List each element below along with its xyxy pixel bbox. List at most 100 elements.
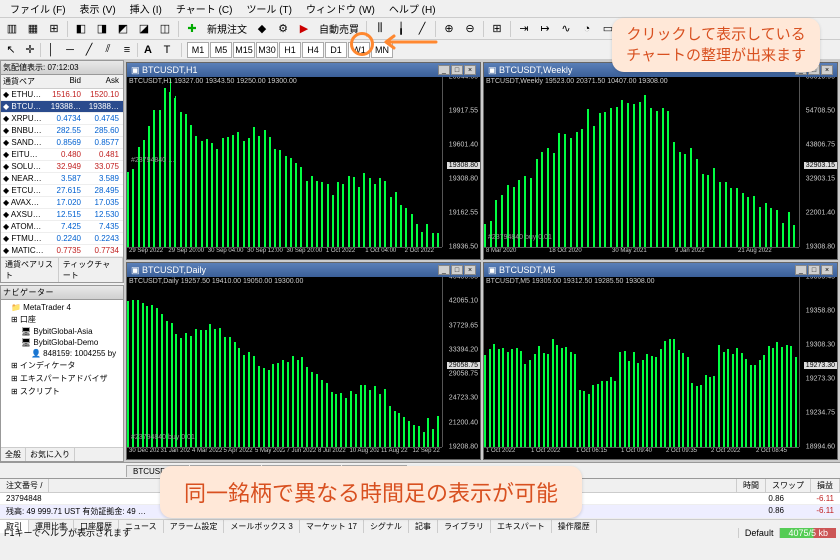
mw-row[interactable]: ◆ NEAR…3.5873.589 <box>1 173 123 185</box>
maximize-icon[interactable]: □ <box>808 265 820 275</box>
autotrade-label[interactable]: 自動売買 <box>315 21 363 36</box>
datawindow-icon[interactable]: ◨ <box>92 20 112 38</box>
mw-col-bid: Bid <box>45 75 83 88</box>
nav-item[interactable]: 🖥 BybitGlobal-Demo <box>3 337 121 348</box>
chart-window[interactable]: ▣ BTCUSDT,Weekly _ □ × BTCUSDT,Weekly 19… <box>483 62 838 260</box>
tf-m15[interactable]: M15 <box>233 42 255 58</box>
text-icon[interactable]: A <box>139 42 157 58</box>
term-tab[interactable]: マーケット 17 <box>300 520 364 533</box>
zoom-out-icon[interactable]: ⊖ <box>460 20 480 38</box>
term-tab[interactable]: エキスパート <box>491 520 552 533</box>
menu-file[interactable]: ファイル (F) <box>4 0 72 18</box>
strategy-icon[interactable]: ◫ <box>155 20 175 38</box>
tf-m30[interactable]: M30 <box>256 42 278 58</box>
nav-tab-fav[interactable]: お気に入り <box>26 448 75 461</box>
crosshair-icon[interactable]: ✛ <box>21 42 39 58</box>
tf-w1[interactable]: W1 <box>348 42 370 58</box>
mw-row[interactable]: ◆ MATIC…0.77350.7734 <box>1 245 123 257</box>
chart-window[interactable]: ▣ BTCUSDT,Daily _ □ × BTCUSDT,Daily 1925… <box>126 262 481 460</box>
term-tab[interactable]: アラーム設定 <box>164 520 225 533</box>
mw-row[interactable]: ◆ EITU…0.4800.481 <box>1 149 123 161</box>
menu-insert[interactable]: 挿入 (I) <box>124 0 168 18</box>
terminal-icon[interactable]: ◪ <box>134 20 154 38</box>
annotation-callout-2: 同一銘柄で異なる時間足の表示が可能 <box>160 466 582 518</box>
nav-item[interactable]: ⊞ スクリプト <box>3 385 121 398</box>
mw-row[interactable]: ◆ SAND…0.85690.8577 <box>1 137 123 149</box>
status-help: F1キーでヘルプが表示されます <box>4 526 131 539</box>
close-icon[interactable]: × <box>821 265 833 275</box>
navigator-icon[interactable]: ◩ <box>113 20 133 38</box>
scroll-icon[interactable]: ⇥ <box>514 20 534 38</box>
tf-m5[interactable]: M5 <box>210 42 232 58</box>
mw-tab-symbols[interactable]: 通貨ペアリスト <box>1 258 59 282</box>
new-order-icon[interactable]: ✚ <box>182 20 202 38</box>
new-chart-icon[interactable]: ▥ <box>2 20 22 38</box>
mw-row[interactable]: ◆ ETHU…1516.101520.10 <box>1 89 123 101</box>
menu-help[interactable]: ヘルプ (H) <box>383 0 442 18</box>
chart-title-label: ▣ BTCUSDT,Daily <box>131 265 206 276</box>
label-icon[interactable]: T <box>158 42 176 58</box>
tile-icon[interactable]: ⊞ <box>487 20 507 38</box>
nav-item[interactable]: ⊞ インディケータ <box>3 359 121 372</box>
profiles-icon[interactable]: ▦ <box>23 20 43 38</box>
meta-editor-icon[interactable]: ◆ <box>252 20 272 38</box>
term-tab[interactable]: メールボックス 3 <box>224 520 299 533</box>
mw-row[interactable]: ◆ SOLU…32.94933.075 <box>1 161 123 173</box>
nav-item[interactable]: ⊞ エキスパートアドバイザ <box>3 372 121 385</box>
mw-row[interactable]: ◆ FTMU…0.22400.2243 <box>1 233 123 245</box>
close-icon[interactable]: × <box>821 65 833 75</box>
mw-tab-tick[interactable]: ティックチャート <box>59 258 123 282</box>
fib-icon[interactable]: ≡ <box>118 42 136 58</box>
nav-item[interactable]: 🖥 BybitGlobal-Asia <box>3 326 121 337</box>
chart-window[interactable]: ▣ BTCUSDT,M5 _ □ × BTCUSDT,M5 19305.00 1… <box>483 262 838 460</box>
trendline-icon[interactable]: ╱ <box>80 42 98 58</box>
mw-row[interactable]: ◆ AVAX…17.02017.035 <box>1 197 123 209</box>
term-tab[interactable]: 記事 <box>409 520 438 533</box>
new-order-label[interactable]: 新規注文 <box>203 21 251 36</box>
mw-row[interactable]: ◆ BNBU…282.55285.60 <box>1 125 123 137</box>
periods-icon[interactable]: ◔ <box>577 20 597 38</box>
tf-h1[interactable]: H1 <box>279 42 301 58</box>
autotrade-icon[interactable]: ▶ <box>294 20 314 38</box>
term-tab[interactable]: 操作履歴 <box>552 520 597 533</box>
mw-row[interactable]: ◆ AXSU…12.51512.530 <box>1 209 123 221</box>
mw-row[interactable]: ◆ XRPU…0.47340.4745 <box>1 113 123 125</box>
indicators-icon[interactable]: ∿ <box>556 20 576 38</box>
minimize-icon[interactable]: _ <box>438 265 450 275</box>
tf-m1[interactable]: M1 <box>187 42 209 58</box>
mw-row[interactable]: ◆ ATOM…7.4257.435 <box>1 221 123 233</box>
status-profile[interactable]: Default <box>738 528 780 538</box>
menu-chart[interactable]: チャート (C) <box>170 0 239 18</box>
vline-icon[interactable]: │ <box>42 42 60 58</box>
tf-d1[interactable]: D1 <box>325 42 347 58</box>
term-tab[interactable]: ライブラリ <box>438 520 491 533</box>
mw-row[interactable]: ◆ BTCU…19388…19388… <box>1 101 123 113</box>
chart-window[interactable]: ▣ BTCUSDT,H1 _ □ × BTCUSDT,H1 19327.00 1… <box>126 62 481 260</box>
open-icon[interactable]: ⊞ <box>44 20 64 38</box>
hline-icon[interactable]: ─ <box>61 42 79 58</box>
nav-item[interactable]: ⊞ 口座 <box>3 313 121 326</box>
marketwatch-icon[interactable]: ◧ <box>71 20 91 38</box>
mw-row[interactable]: ◆ ETCU…27.61528.495 <box>1 185 123 197</box>
maximize-icon[interactable]: □ <box>451 265 463 275</box>
cursor-icon[interactable]: ↖ <box>2 42 20 58</box>
menu-tools[interactable]: ツール (T) <box>240 0 298 18</box>
nav-item[interactable]: 👤 848159: 1004255 by <box>3 348 121 359</box>
tf-h4[interactable]: H4 <box>302 42 324 58</box>
options-icon[interactable]: ⚙ <box>273 20 293 38</box>
nav-item[interactable]: 📁 MetaTrader 4 <box>3 302 121 313</box>
menu-window[interactable]: ウィンドウ (W) <box>300 0 381 18</box>
close-icon[interactable]: × <box>464 65 476 75</box>
close-icon[interactable]: × <box>464 265 476 275</box>
menu-view[interactable]: 表示 (V) <box>74 0 122 18</box>
minimize-icon[interactable]: _ <box>795 265 807 275</box>
chart-title-label: ▣ BTCUSDT,Weekly <box>488 65 572 76</box>
channel-icon[interactable]: ⫽ <box>99 42 117 58</box>
maximize-icon[interactable]: □ <box>451 65 463 75</box>
zoom-in-icon[interactable]: ⊕ <box>439 20 459 38</box>
chart-ohlc-label: BTCUSDT,Daily 19257.50 19410.00 19050.00… <box>129 278 303 285</box>
nav-tab-common[interactable]: 全般 <box>1 448 26 461</box>
term-tab[interactable]: シグナル <box>364 520 409 533</box>
shift-icon[interactable]: ↦ <box>535 20 555 38</box>
minimize-icon[interactable]: _ <box>438 65 450 75</box>
